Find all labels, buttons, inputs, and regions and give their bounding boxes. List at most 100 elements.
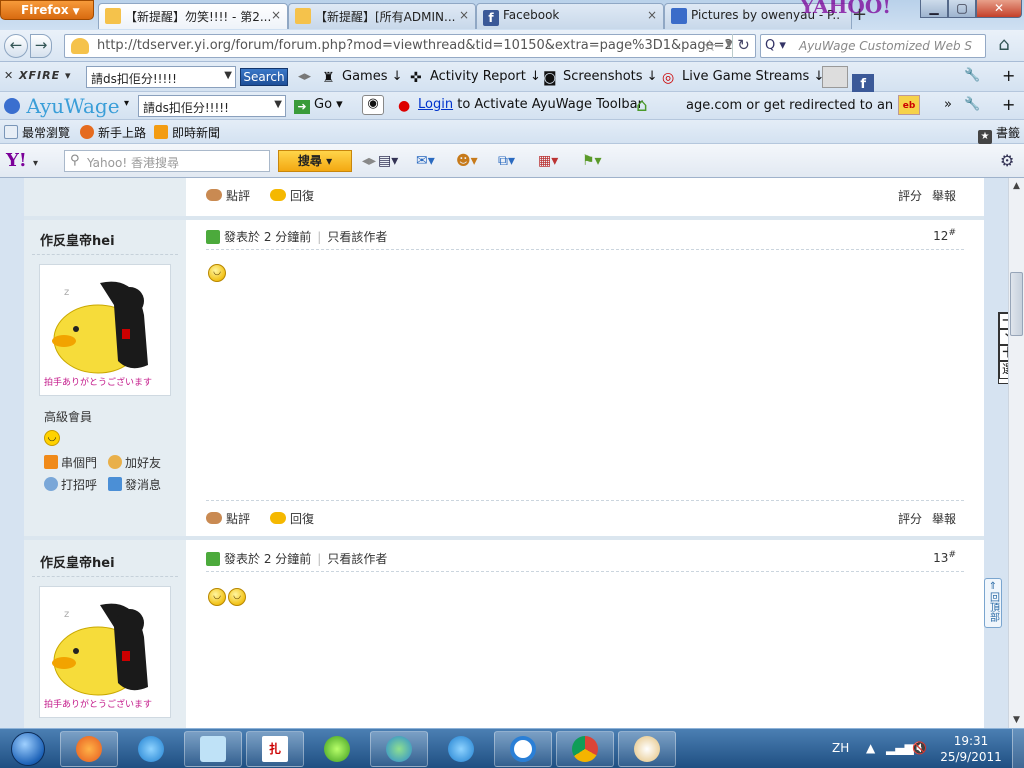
add-friend-link[interactable]: 加好友 bbox=[108, 454, 161, 471]
rate-link[interactable]: 評分 bbox=[898, 187, 922, 204]
only-author-link[interactable]: 只看該作者 bbox=[327, 552, 387, 566]
reply-button[interactable]: 回復 bbox=[270, 187, 314, 204]
add-icon[interactable]: + bbox=[1002, 95, 1015, 114]
bookmark-getting-started[interactable]: 新手上路 bbox=[80, 124, 146, 141]
scroll-up-arrow-icon[interactable]: ▲ bbox=[1009, 178, 1024, 194]
drag-handle-icon[interactable]: ◂▸ bbox=[298, 69, 311, 84]
taskbar-app-ie-2[interactable] bbox=[432, 731, 490, 767]
taskbar-app-c[interactable] bbox=[494, 731, 552, 767]
new-tab-button[interactable]: + bbox=[852, 4, 867, 25]
panda-icon[interactable]: ◉ bbox=[362, 95, 384, 115]
xfire-logo[interactable]: ✕ XFIRE ▾ bbox=[4, 69, 71, 82]
chevron-more-icon[interactable]: » bbox=[944, 97, 952, 112]
contacts-icon[interactable]: ⧉▾ bbox=[498, 153, 515, 169]
avatar[interactable]: z 拍手ありがとうございます bbox=[39, 264, 171, 396]
floor-number[interactable]: 13# bbox=[933, 550, 956, 565]
ayuwage-logo[interactable]: AyuWage bbox=[4, 94, 120, 118]
xfire-search-button[interactable]: Search bbox=[240, 68, 288, 86]
stroke-key[interactable]: 丶 bbox=[999, 329, 1008, 345]
ebay-icon[interactable]: eb bbox=[898, 95, 920, 115]
firefox-menu-button[interactable]: Firefox ▼ bbox=[0, 0, 94, 20]
visit-link[interactable]: 串個門 bbox=[44, 454, 97, 471]
house-icon[interactable]: ⌂ bbox=[636, 95, 647, 116]
taskbar-app-paint[interactable] bbox=[618, 731, 676, 767]
ayuwage-search-input[interactable]: 請ds扣佢分!!!!! ▼ bbox=[138, 95, 286, 117]
xfire-search-input[interactable]: 請ds扣佢分!!!!! ▼ bbox=[86, 66, 236, 88]
taskbar-app-chrome[interactable] bbox=[556, 731, 614, 767]
scroll-down-arrow-icon[interactable]: ▼ bbox=[1009, 712, 1024, 728]
taskbar-app-ie[interactable] bbox=[122, 731, 180, 767]
bookmark-latest-news[interactable]: 即時新聞 bbox=[154, 124, 220, 141]
login-link[interactable]: Login bbox=[418, 97, 453, 112]
close-icon[interactable]: × bbox=[271, 8, 281, 22]
wrench-icon[interactable]: 🔧 bbox=[964, 68, 980, 83]
ayuwage-go-button[interactable]: ➜ Go ▾ bbox=[294, 97, 343, 114]
wrench-icon[interactable]: 🔧 bbox=[964, 97, 980, 112]
yahoo-logo[interactable]: Y! ▾ bbox=[6, 150, 38, 171]
close-icon[interactable]: × bbox=[647, 8, 657, 22]
bookmark-most-visited[interactable]: 最常瀏覽 bbox=[4, 124, 70, 141]
comment-button[interactable]: 點評 bbox=[206, 187, 250, 204]
bookmark-star-icon[interactable]: ☆ bbox=[703, 36, 717, 55]
system-clock[interactable]: 19:31 25/9/2011 bbox=[936, 733, 1006, 765]
games-menu[interactable]: ♜ Games ↓ bbox=[322, 69, 403, 85]
tray-expand-icon[interactable]: ▲ bbox=[866, 741, 875, 755]
gear-icon[interactable]: ⚙ bbox=[1000, 151, 1014, 170]
window-maximize-button[interactable]: ▢ bbox=[948, 0, 976, 18]
close-icon[interactable]: × bbox=[459, 8, 469, 22]
tab-admin[interactable]: 【新提醒】[所有ADMIN... × bbox=[288, 3, 476, 29]
taskbar-app-parrot[interactable] bbox=[308, 731, 366, 767]
taskbar-app-input-method[interactable]: 扎 bbox=[246, 731, 304, 767]
back-to-top-button[interactable]: ⇑ 回頂部 bbox=[984, 578, 1002, 628]
stroke-key[interactable]: 十 bbox=[999, 345, 1008, 361]
reload-button[interactable]: ↻ bbox=[732, 34, 754, 58]
comment-button[interactable]: 點評 bbox=[206, 510, 250, 527]
yahoo-search-input[interactable]: ⚲ Yahoo! 香港搜尋 bbox=[64, 150, 270, 172]
bookmarks-tool-icon[interactable]: ▤▾ bbox=[378, 153, 398, 169]
floor-number[interactable]: 12# bbox=[933, 228, 956, 243]
taskbar-app-notepad[interactable] bbox=[184, 731, 242, 767]
yahoo-search-button[interactable]: 搜尋 ▾ bbox=[278, 150, 352, 172]
report-link[interactable]: 舉報 bbox=[932, 187, 956, 204]
start-button[interactable] bbox=[2, 729, 54, 768]
tab-facebook[interactable]: f Facebook × bbox=[476, 3, 664, 29]
home-button[interactable]: ⌂ bbox=[990, 34, 1018, 58]
avatar[interactable]: z 拍手ありがとうございます bbox=[39, 586, 171, 718]
scroll-thumb[interactable] bbox=[1010, 272, 1023, 336]
chevron-down-icon[interactable]: ▼ bbox=[274, 99, 282, 110]
drag-handle-icon[interactable]: ◂▸ bbox=[362, 153, 376, 169]
activity-report-menu[interactable]: ✜ Activity Report ↓ bbox=[410, 69, 541, 85]
bookmarks-menu[interactable]: ★ 書籤 bbox=[978, 124, 1020, 144]
calendar-icon[interactable]: ▦▾ bbox=[538, 153, 558, 169]
taskbar-app-firefox[interactable] bbox=[60, 731, 118, 767]
url-bar[interactable]: http://tdserver.yi.org/forum/forum.php?m… bbox=[64, 34, 756, 58]
forward-button[interactable]: → bbox=[30, 34, 52, 58]
stroke-key[interactable]: 一 bbox=[999, 313, 1008, 329]
window-close-button[interactable]: ✕ bbox=[976, 0, 1022, 18]
flag-icon[interactable]: ⚑▾ bbox=[582, 153, 602, 169]
message-link[interactable]: 發消息 bbox=[108, 476, 161, 493]
web-search-input[interactable]: Q ▾ AyuWage Customized Web S bbox=[760, 34, 986, 58]
add-icon[interactable]: + bbox=[1002, 66, 1015, 85]
mail-icon[interactable]: ✉▾ bbox=[416, 153, 435, 169]
author-name[interactable]: 作反皇帝hei bbox=[40, 230, 115, 249]
ime-handwriting-pad[interactable]: 一 丨 丿 丶 乙 口 十 〰 ⺊ 選字 bbox=[998, 312, 1008, 384]
window-minimize-button[interactable]: ▁ bbox=[920, 0, 948, 18]
show-desktop-button[interactable] bbox=[1012, 729, 1024, 768]
reply-button[interactable]: 回復 bbox=[270, 510, 314, 527]
search-engine-icon[interactable]: Q ▾ bbox=[765, 38, 786, 53]
messenger-icon[interactable]: ☻▾ bbox=[456, 153, 478, 169]
screenshots-menu[interactable]: ◙ Screenshots ↓ bbox=[543, 69, 658, 85]
report-link[interactable]: 舉報 bbox=[932, 510, 956, 527]
select-character-key[interactable]: 選字 bbox=[999, 361, 1008, 379]
taskbar-app-messenger[interactable] bbox=[370, 731, 428, 767]
language-indicator[interactable]: ZH bbox=[832, 741, 849, 755]
chevron-down-icon[interactable]: ▼ bbox=[224, 70, 232, 81]
network-signal-icon[interactable]: ▂▄▆ bbox=[886, 741, 914, 755]
ayuwage-ticker[interactable]: age.com or get redirected to an bbox=[686, 98, 893, 113]
speaker-muted-icon[interactable]: 🔇 bbox=[912, 741, 927, 755]
vertical-scrollbar[interactable]: ▲ ▼ bbox=[1008, 178, 1024, 728]
rate-link[interactable]: 評分 bbox=[898, 510, 922, 527]
only-author-link[interactable]: 只看該作者 bbox=[327, 230, 387, 244]
greet-link[interactable]: 打招呼 bbox=[44, 476, 97, 493]
